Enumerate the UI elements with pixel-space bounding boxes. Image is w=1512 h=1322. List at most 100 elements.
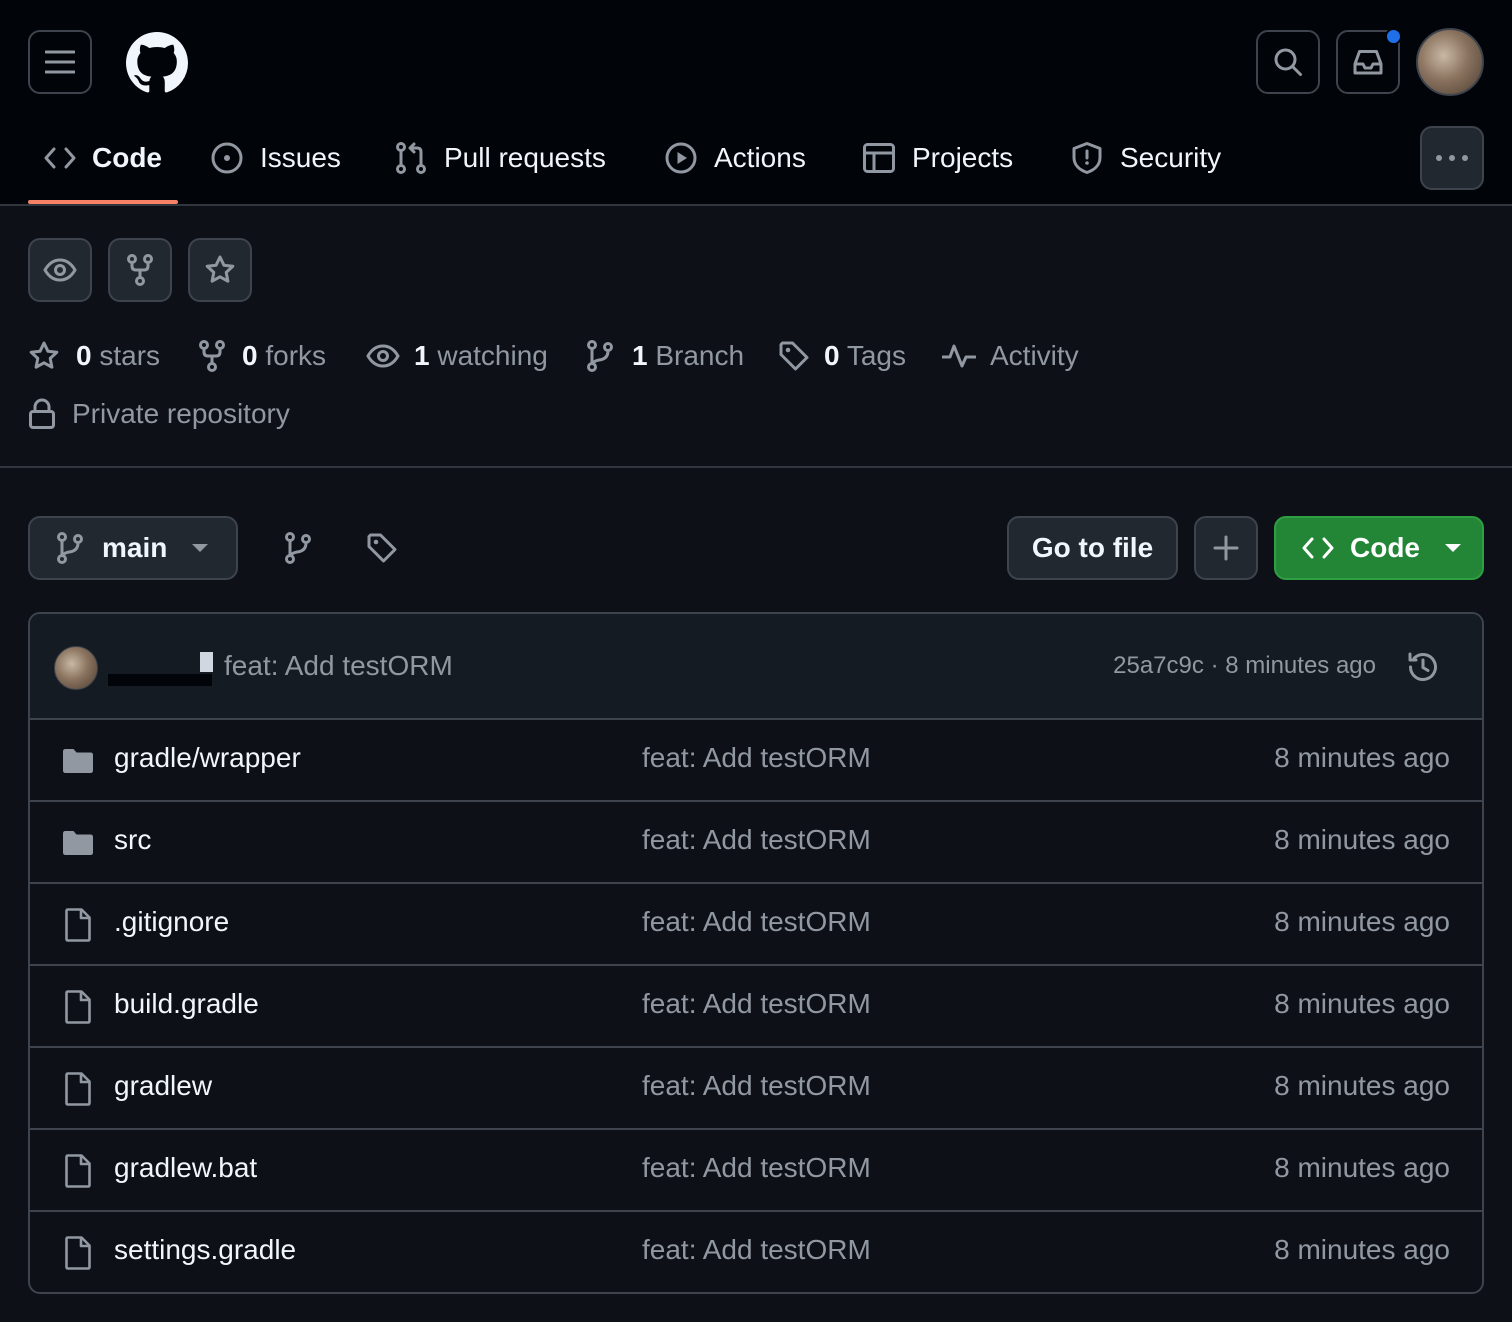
stars-link[interactable]: 0 stars xyxy=(28,334,160,378)
go-to-file-label: Go to file xyxy=(1031,532,1154,563)
file-row[interactable]: settings.gradle feat: Add testORM 8 minute… xyxy=(30,1212,1482,1292)
notification-dot xyxy=(1385,28,1402,45)
file-name-link[interactable]: .gitignore xyxy=(114,906,229,938)
watching-count: 1 xyxy=(414,340,430,371)
plus-icon xyxy=(1213,535,1239,561)
star-button[interactable] xyxy=(188,238,252,302)
current-branch-name: main xyxy=(102,532,168,563)
file-icon xyxy=(65,1154,91,1188)
file-icon xyxy=(65,990,91,1024)
file-name-link[interactable]: src xyxy=(114,824,151,856)
search-button[interactable] xyxy=(1256,30,1320,94)
tab-code[interactable]: Code xyxy=(44,132,162,184)
tags-count: 0 xyxy=(824,340,840,371)
file-commit-message[interactable]: feat: Add testORM xyxy=(642,824,871,856)
file-commit-message[interactable]: feat: Add testORM xyxy=(642,1234,871,1266)
file-row[interactable]: .gitignore feat: Add testORM 8 minutes ago xyxy=(30,884,1482,966)
tab-security[interactable]: Security xyxy=(1070,132,1221,184)
forks-label: forks xyxy=(265,340,327,371)
file-commit-time: 8 minutes ago xyxy=(1274,1234,1450,1265)
file-icon xyxy=(65,908,91,942)
activity-link[interactable]: Activity xyxy=(942,334,1079,378)
file-commit-time: 8 minutes ago xyxy=(1274,824,1450,855)
file-name-link[interactable]: gradlew.bat xyxy=(114,1152,257,1184)
file-commit-message[interactable]: feat: Add testORM xyxy=(642,742,871,774)
file-commit-time: 8 minutes ago xyxy=(1274,988,1450,1019)
branch-select-button[interactable]: main xyxy=(28,516,238,580)
file-row[interactable]: gradle/wrapper feat: Add testORM 8 minutes… xyxy=(30,720,1482,802)
eye-icon xyxy=(366,344,400,368)
inbox-icon xyxy=(1353,50,1383,75)
issue-opened-icon xyxy=(211,142,243,174)
file-name-link[interactable]: build.gradle xyxy=(114,988,259,1020)
commit-sha[interactable]: 25a7c9c xyxy=(1113,652,1204,679)
repo-forked-icon xyxy=(199,340,225,372)
go-to-file-button[interactable]: Go to file xyxy=(1007,516,1178,580)
file-commit-time: 8 minutes ago xyxy=(1274,1070,1450,1101)
git-pull-request-icon xyxy=(396,142,426,174)
search-icon xyxy=(1274,48,1302,76)
git-branch-icon xyxy=(57,532,83,564)
stars-count: 0 xyxy=(76,340,92,371)
forks-link[interactable]: 0 forks xyxy=(198,334,326,378)
user-avatar[interactable] xyxy=(1416,28,1484,96)
file-row[interactable]: src feat: Add testORM 8 minutes ago xyxy=(30,802,1482,884)
latest-commit-message[interactable]: feat: Add testORM xyxy=(224,650,453,682)
fork-button[interactable] xyxy=(108,238,172,302)
play-icon xyxy=(665,142,697,174)
branches-link[interactable]: 1 Branch xyxy=(586,334,744,378)
tab-pull-requests-label: Pull requests xyxy=(444,142,606,173)
file-icon xyxy=(65,1072,91,1106)
triangle-down-icon xyxy=(1445,544,1461,552)
tab-code-label: Code xyxy=(92,142,162,173)
file-browser: feat: Add testORM 25a7c9c · 8 minutes ag… xyxy=(28,612,1484,1294)
git-branch-icon xyxy=(285,532,311,564)
tab-actions[interactable]: Actions xyxy=(664,132,806,184)
commit-author-avatar[interactable] xyxy=(54,646,98,690)
watching-link[interactable]: 1 watching xyxy=(366,334,548,378)
more-tabs-button[interactable] xyxy=(1420,126,1484,190)
file-name-link[interactable]: gradlew xyxy=(114,1070,212,1102)
tags-link[interactable]: 0 Tags xyxy=(778,334,906,378)
tab-pull-requests[interactable]: Pull requests xyxy=(394,132,606,184)
file-row[interactable]: gradlew.bat feat: Add testORM 8 minutes ag… xyxy=(30,1130,1482,1212)
visibility-indicator: Private repository xyxy=(28,392,290,436)
star-icon xyxy=(205,255,235,283)
file-name-link[interactable]: gradle/wrapper xyxy=(114,742,301,774)
file-row[interactable]: build.gradle feat: Add testORM 8 minutes a… xyxy=(30,966,1482,1048)
file-name-link[interactable]: settings.gradle xyxy=(114,1234,296,1266)
lock-icon xyxy=(29,398,55,429)
activity-label: Activity xyxy=(990,340,1079,371)
history-icon[interactable] xyxy=(1406,650,1440,684)
redacted-author-name[interactable] xyxy=(108,674,212,686)
code-dropdown-button[interactable]: Code xyxy=(1274,516,1484,580)
file-icon xyxy=(65,1236,91,1270)
file-commit-message[interactable]: feat: Add testORM xyxy=(642,906,871,938)
branch-count: 1 xyxy=(632,340,648,371)
github-logo-icon[interactable] xyxy=(126,32,188,94)
hamburger-icon xyxy=(45,50,75,74)
tags-button[interactable] xyxy=(364,530,400,566)
file-commit-message[interactable]: feat: Add testORM xyxy=(642,1070,871,1102)
table-icon xyxy=(863,143,895,173)
triangle-down-icon xyxy=(192,544,209,552)
folder-icon xyxy=(63,831,93,855)
git-branch-icon xyxy=(587,340,613,372)
stars-label: stars xyxy=(99,340,161,371)
file-row[interactable]: gradlew feat: Add testORM 8 minutes ago xyxy=(30,1048,1482,1130)
star-icon xyxy=(29,341,59,369)
watching-label: watching xyxy=(437,340,548,371)
file-commit-message[interactable]: feat: Add testORM xyxy=(642,988,871,1020)
code-icon xyxy=(44,147,76,169)
file-commit-message[interactable]: feat: Add testORM xyxy=(642,1152,871,1184)
hamburger-menu-button[interactable] xyxy=(28,30,92,94)
add-file-button[interactable] xyxy=(1194,516,1258,580)
file-commit-time: 8 minutes ago xyxy=(1274,1152,1450,1183)
watch-button[interactable] xyxy=(28,238,92,302)
tab-projects[interactable]: Projects xyxy=(862,132,1013,184)
tab-issues[interactable]: Issues xyxy=(210,132,341,184)
branches-button[interactable] xyxy=(280,530,316,566)
code-button-label: Code xyxy=(1350,532,1420,563)
commit-separator: · xyxy=(1210,652,1219,679)
shield-icon xyxy=(1072,142,1102,174)
